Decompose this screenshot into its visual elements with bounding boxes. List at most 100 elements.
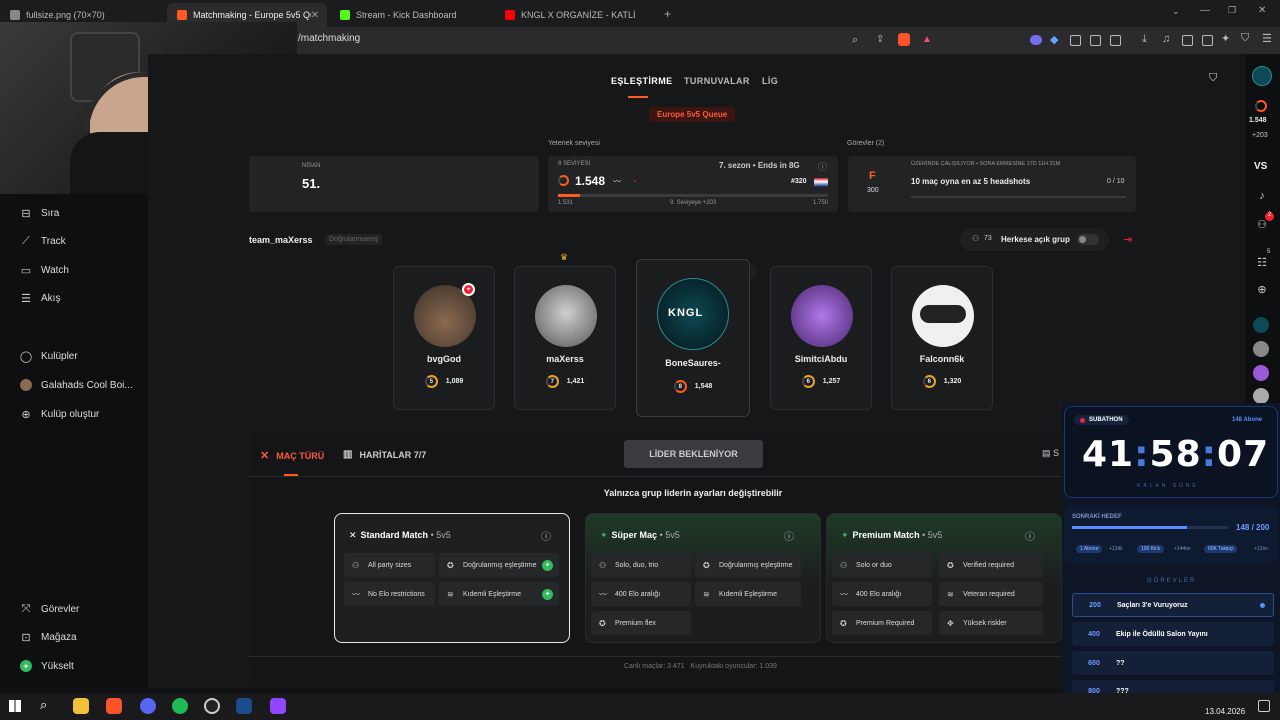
trend-icon: 〰 (613, 177, 621, 186)
tab-label: MAÇ TÜRÜ (276, 450, 325, 461)
mode-card-super[interactable]: ✦ Süper Maç • 5v5 ⓘ ⚇ Solo, duo, trio ✪ Doğ… (585, 513, 821, 643)
sidebar-item-upgrade[interactable]: ✦ Yükselt (20, 660, 74, 672)
feature-item: ✪ Doğrulanmış eşleştirme (695, 553, 801, 577)
obs-icon[interactable] (204, 698, 220, 714)
sidebar-item-store[interactable]: ⊡ Mağaza (20, 631, 76, 644)
vpn-icon[interactable]: ⛉ (1241, 32, 1249, 45)
twitch-icon[interactable] (270, 698, 286, 714)
tab-tournaments[interactable]: TURNUVALAR (684, 76, 750, 86)
brave-rewards-icon[interactable]: ▲ (922, 34, 932, 45)
browser-tab[interactable]: Stream - Kick Dashboard (330, 3, 490, 27)
feature-label: Solo or duo (856, 561, 892, 569)
bell-icon[interactable]: ♪ (1255, 190, 1269, 204)
minimize-icon[interactable]: — (1200, 5, 1210, 16)
zoom-icon[interactable]: ⌕ (852, 34, 858, 47)
player-card[interactable]: SimitciAbdu 6 1,257 (770, 266, 872, 410)
player-name: bvgGod (427, 354, 461, 364)
restore-icon[interactable]: ❐ (1228, 5, 1236, 16)
tab-matchmaking[interactable]: EŞLEŞTİRME (611, 76, 673, 86)
shield-icon[interactable]: ⛉ (1209, 72, 1217, 85)
steam-icon[interactable] (236, 698, 252, 714)
capture-icon[interactable] (1110, 35, 1121, 46)
chart-icon: ⟋ (22, 234, 30, 247)
faceit-favicon-icon (177, 10, 187, 20)
users-icon: ⚇ (972, 234, 980, 243)
brave-icon[interactable] (106, 698, 122, 714)
search-icon[interactable]: ⌕ (40, 697, 47, 713)
browser-tab[interactable]: KNGL X ORGANİZE - KATLİHAV 4 (495, 3, 655, 27)
tab-league[interactable]: LİG (762, 76, 778, 86)
season-label: 7. sezon (719, 161, 751, 170)
active-dot-icon (1260, 603, 1265, 608)
extension-icon[interactable] (1070, 35, 1081, 46)
server-icon[interactable]: ▤ S (1042, 448, 1059, 459)
info-icon[interactable]: ⓘ (1025, 528, 1035, 543)
tab-maps[interactable]: ▥ HARİTALAR 7/7 (343, 449, 426, 460)
media-icon[interactable]: ♫ (1162, 33, 1170, 45)
download-icon[interactable]: ⤓ (1142, 33, 1147, 46)
mission-card[interactable]: F 300 ÜZERİNDE ÇALIŞILIYOR • SONA ERMESİ… (848, 156, 1136, 212)
tab-label: KNGL X ORGANİZE - KATLİHAV 4 (521, 10, 636, 20)
mode-card-premium[interactable]: ✦ Premium Match • 5v5 ⓘ ⚇ Solo or duo ✪ Ver… (826, 513, 1062, 643)
notification-center-icon[interactable] (1258, 700, 1270, 712)
leo-icon[interactable]: ✦ (1221, 32, 1230, 45)
friend-avatar[interactable] (1253, 341, 1269, 357)
close-tab-icon[interactable]: ✕ (311, 10, 319, 21)
active-tab-indicator (628, 96, 648, 98)
star-badge-icon: ✦ (462, 283, 475, 296)
sidebar-item-clubs[interactable]: ◯ Kulüpler (20, 350, 78, 363)
friend-avatar[interactable] (1253, 365, 1269, 381)
chip: 1 Abone (1076, 545, 1103, 553)
spotify-icon[interactable] (172, 698, 188, 714)
sidebar-item-feed[interactable]: ☰ Akış (20, 292, 60, 305)
level-ring: 6 (922, 375, 936, 388)
sidebar-item-club[interactable]: Galahads Cool Boi... (20, 379, 133, 391)
extension-icon[interactable] (1030, 35, 1042, 45)
puzzle-icon[interactable] (1090, 35, 1101, 46)
mode-title: Standard Match (360, 530, 429, 540)
player-card[interactable]: maXerss 7 1,421 (514, 266, 616, 410)
open-group-toggle[interactable] (1077, 234, 1099, 245)
info-icon[interactable]: ⓘ (818, 160, 827, 173)
extension-icon[interactable]: ◆ (1050, 33, 1058, 46)
player-card[interactable]: ✦ bvgGod 5 1,089 (393, 266, 495, 410)
friend-avatar[interactable] (1253, 317, 1269, 333)
info-icon[interactable]: ⓘ (541, 528, 551, 543)
leave-group-icon[interactable]: ⇥ (1123, 233, 1132, 246)
mode-card-standard[interactable]: ✕ Standard Match • 5v5 ⓘ ⚇ All party sizes… (334, 513, 570, 643)
leader-waiting-button[interactable]: LİDER BEKLENİYOR (624, 440, 763, 468)
missions-header: Görevler (2) (847, 140, 885, 147)
windows-start-icon[interactable] (9, 700, 21, 712)
info-icon[interactable]: ⓘ (784, 528, 794, 543)
versus-icon[interactable]: VS (1254, 161, 1267, 172)
new-tab-button[interactable]: + (664, 7, 671, 21)
user-avatar[interactable] (1252, 66, 1272, 86)
friend-avatar[interactable] (1253, 388, 1269, 404)
add-friend-icon[interactable]: ⊕ (1255, 283, 1269, 297)
player-card-self[interactable]: KNGL BoneSaures- 8 1,548 (636, 259, 750, 417)
sidebar-item-queue[interactable]: ⊟ Sıra (20, 207, 59, 220)
share-icon[interactable]: ⇪ (876, 34, 884, 45)
skill-level-icon (1255, 100, 1267, 112)
sidebar-toggle-icon[interactable] (1182, 35, 1193, 46)
brave-shields-icon[interactable] (898, 33, 910, 46)
menu-icon[interactable]: ☰ (1262, 32, 1272, 45)
discord-icon[interactable] (140, 698, 156, 714)
tab-match-type[interactable]: ✕ MAÇ TÜRÜ (260, 449, 324, 462)
feature-label: Premium Required (856, 619, 915, 627)
sidebar-item-track[interactable]: ⟋ Track (20, 235, 66, 247)
url-field[interactable]: /matchmaking (298, 33, 360, 44)
player-elo: 1,421 (566, 378, 585, 385)
wallet-icon[interactable] (1202, 35, 1213, 46)
file-explorer-icon[interactable] (73, 698, 89, 714)
tab-label: Stream - Kick Dashboard (356, 10, 457, 20)
sidebar-item-watch[interactable]: ▭ Watch (20, 264, 69, 277)
missions-header: GÖREVLER (1147, 578, 1197, 584)
sidebar-item-create-club[interactable]: ⊕ Kulüp oluştur (20, 408, 99, 421)
tab-search-icon[interactable]: ⌄ (1172, 6, 1180, 17)
close-window-icon[interactable]: ✕ (1258, 5, 1266, 16)
party-icon[interactable]: ☷ (1255, 256, 1269, 270)
sidebar-item-missions[interactable]: ⤧ Görevler (20, 603, 80, 615)
player-card[interactable]: Falconn6k 6 1,320 (891, 266, 993, 410)
feature-item: ✪ Premium flex (591, 611, 691, 635)
